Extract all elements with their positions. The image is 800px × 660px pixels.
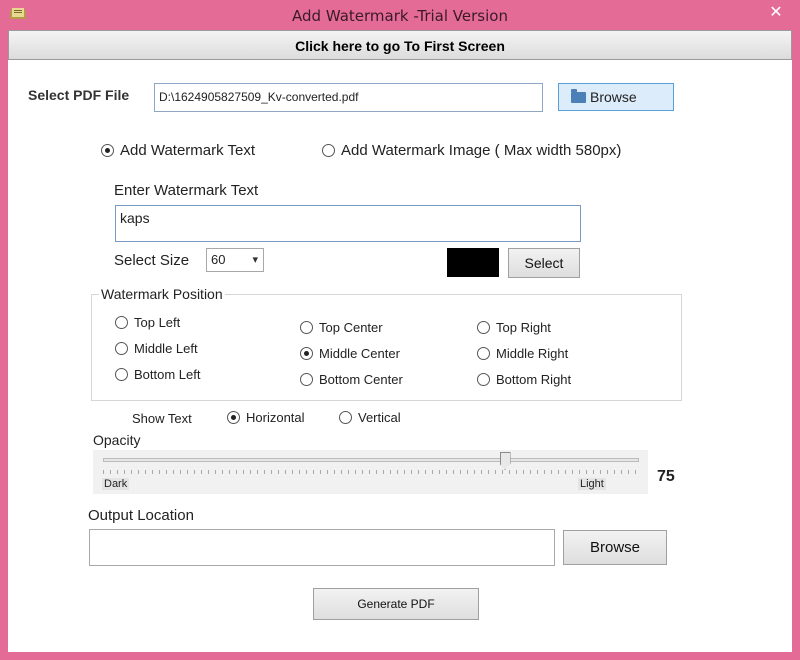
output-location-input[interactable] [89, 529, 555, 566]
radio-add-image[interactable]: Add Watermark Image ( Max width 580px) [322, 142, 621, 159]
radio-vertical[interactable]: Vertical [339, 410, 401, 425]
chevron-down-icon: ▾ [252, 254, 258, 266]
main-panel: Click here to go To First Screen Select … [8, 30, 792, 652]
opacity-slider-thumb[interactable] [499, 452, 511, 470]
radio-middle-right-dot [477, 347, 490, 360]
size-select-value: 60 [211, 252, 226, 267]
radio-horizontal-label: Horizontal [246, 410, 305, 425]
browse-pdf-button[interactable]: Browse [558, 83, 674, 111]
opacity-slider-track[interactable] [103, 458, 639, 462]
radio-top-center-dot [300, 321, 313, 334]
radio-bottom-left[interactable]: Bottom Left [115, 367, 200, 382]
window-title: Add Watermark -Trial Version [292, 7, 508, 25]
radio-top-center-label: Top Center [319, 320, 383, 335]
folder-icon [571, 89, 586, 103]
opacity-light-label: Light [578, 478, 606, 490]
close-icon: ✕ [769, 2, 783, 21]
radio-middle-center[interactable]: Middle Center [300, 346, 400, 361]
opacity-dark-label: Dark [102, 478, 130, 490]
color-swatch [447, 248, 499, 277]
radio-middle-left-label: Middle Left [134, 341, 198, 356]
radio-top-left[interactable]: Top Left [115, 315, 180, 330]
opacity-value: 75 [657, 468, 675, 485]
radio-middle-left[interactable]: Middle Left [115, 341, 198, 356]
generate-pdf-button[interactable]: Generate PDF [313, 588, 479, 620]
radio-bottom-right[interactable]: Bottom Right [477, 372, 571, 387]
radio-vertical-label: Vertical [358, 410, 401, 425]
radio-add-text-label: Add Watermark Text [120, 142, 256, 159]
opacity-label: Opacity [93, 432, 141, 448]
title-bar[interactable]: Add Watermark -Trial Version ✕ [0, 0, 800, 30]
close-button[interactable]: ✕ [762, 2, 790, 22]
radio-bottom-right-dot [477, 373, 490, 386]
radio-top-left-dot [115, 316, 128, 329]
radio-bottom-center-dot [300, 373, 313, 386]
size-select[interactable]: 60 ▾ [206, 248, 264, 272]
radio-middle-right-label: Middle Right [496, 346, 569, 361]
radio-top-center[interactable]: Top Center [300, 320, 383, 335]
output-location-label: Output Location [88, 507, 194, 524]
radio-top-right-dot [477, 321, 490, 334]
radio-add-text-dot [101, 144, 114, 157]
radio-middle-right[interactable]: Middle Right [477, 346, 568, 361]
opacity-slider-ticks [103, 470, 639, 474]
radio-middle-left-dot [115, 342, 128, 355]
app-window: Add Watermark -Trial Version ✕ Click her… [0, 0, 800, 660]
radio-top-right[interactable]: Top Right [477, 320, 551, 335]
browse-output-button[interactable]: Browse [563, 530, 667, 565]
radio-bottom-left-dot [115, 368, 128, 381]
radio-add-text[interactable]: Add Watermark Text [101, 142, 255, 159]
radio-bottom-left-label: Bottom Left [134, 367, 201, 382]
radio-vertical-dot [339, 411, 352, 424]
radio-bottom-center[interactable]: Bottom Center [300, 372, 403, 387]
pdf-path-input[interactable]: D:\1624905827509_Kv-converted.pdf [154, 83, 543, 112]
radio-add-image-dot [322, 144, 335, 157]
select-color-button[interactable]: Select [508, 248, 580, 278]
radio-horizontal-dot [227, 411, 240, 424]
select-size-label: Select Size [114, 252, 190, 269]
watermark-position-group: Watermark Position Top Left Middle Left … [91, 286, 682, 401]
radio-middle-center-label: Middle Center [319, 346, 400, 361]
radio-top-left-label: Top Left [134, 315, 181, 330]
watermark-position-legend: Watermark Position [99, 286, 225, 302]
opacity-slider[interactable]: Dark Light [93, 450, 648, 494]
select-pdf-label: Select PDF File [28, 87, 130, 103]
watermark-text-input[interactable]: kaps [115, 205, 581, 242]
radio-bottom-right-label: Bottom Right [496, 372, 572, 387]
show-text-label: Show Text [132, 411, 192, 426]
radio-bottom-center-label: Bottom Center [319, 372, 403, 387]
watermark-text-label: Enter Watermark Text [114, 182, 259, 199]
radio-middle-center-dot [300, 347, 313, 360]
radio-horizontal[interactable]: Horizontal [227, 410, 305, 425]
radio-add-image-label: Add Watermark Image ( Max width 580px) [341, 142, 622, 159]
radio-top-right-label: Top Right [496, 320, 551, 335]
browse-pdf-label: Browse [590, 89, 637, 105]
go-first-screen-button[interactable]: Click here to go To First Screen [8, 30, 792, 60]
